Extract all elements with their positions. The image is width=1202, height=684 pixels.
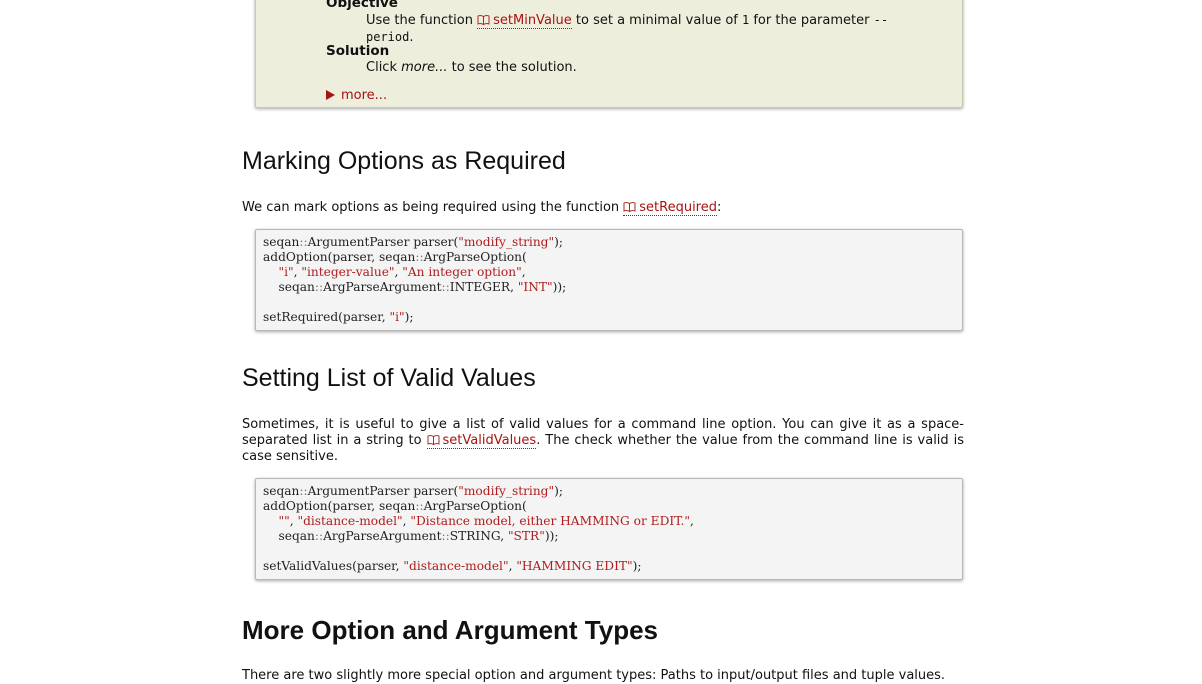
code-token: ArgumentParser parser( <box>307 484 459 498</box>
code-token: setValidValues(parser, <box>263 559 404 573</box>
code-token: , <box>689 514 694 528</box>
code-token: setRequired(parser, <box>263 310 390 324</box>
heading-marking-required: Marking Options as Required <box>242 147 566 175</box>
code-string: "i" <box>389 310 405 324</box>
code-token: )); <box>552 280 567 294</box>
book-icon <box>427 435 439 445</box>
code-token: ArgParseOption( <box>423 499 527 513</box>
code-token: ); <box>404 310 414 324</box>
code-string: "modify_string" <box>458 235 555 249</box>
code-string: "STR" <box>507 529 545 543</box>
code-token: ); <box>554 235 563 249</box>
code-token: addOption(parser, seqan <box>263 250 416 264</box>
book-icon <box>623 202 636 212</box>
code-string: "INT" <box>517 280 553 294</box>
solution-label: Solution <box>326 43 390 59</box>
code-token: seqan <box>263 529 315 543</box>
objective-label: Objective <box>326 0 398 11</box>
code-line: seqan::ArgumentParser parser("modify_str… <box>263 484 955 499</box>
assignment-box: Objective Use the function setMinValue t… <box>255 0 963 108</box>
code-block-valid-values: seqan::ArgumentParser parser("modify_str… <box>255 478 963 580</box>
code-token: INTEGER, <box>449 280 518 294</box>
code-string: "distance-model" <box>403 559 509 573</box>
code-token: :: <box>415 499 424 513</box>
code-token: ArgParseArgument <box>323 529 442 543</box>
code-token: seqan <box>263 280 315 294</box>
code-token: ArgumentParser parser( <box>307 235 459 249</box>
paragraph-valid-values: Sometimes, it is useful to give a list o… <box>242 417 964 464</box>
triangle-right-icon <box>326 90 335 100</box>
code-token: )); <box>544 529 559 543</box>
code-block-required: seqan::ArgumentParser parser("modify_str… <box>255 229 963 331</box>
paragraph-more-types: There are two slightly more special opti… <box>242 668 946 683</box>
code-token: ArgParseArgument <box>323 280 442 294</box>
code-string: "" <box>278 514 290 528</box>
code-string: "modify_string" <box>458 484 555 498</box>
code-token: seqan <box>263 484 300 498</box>
code-token: :: <box>314 280 324 294</box>
code-token: STRING, <box>449 529 508 543</box>
code-token: :: <box>415 250 424 264</box>
setvalidvalues-link[interactable]: setValidValues <box>426 433 537 449</box>
objective-text: Use the function setMinValue to set a mi… <box>366 13 889 45</box>
code-line: addOption(parser, seqan::ArgParseOption( <box>263 250 955 265</box>
code-token: :: <box>441 280 450 294</box>
heading-more-types: More Option and Argument Types <box>242 615 659 645</box>
code-token: seqan <box>263 235 300 249</box>
code-token: , <box>521 265 526 279</box>
code-token: :: <box>314 529 324 543</box>
solution-text: Click more... to see the solution. <box>366 60 577 75</box>
code-token: :: <box>441 529 450 543</box>
code-token: :: <box>299 235 308 249</box>
setminvalue-link[interactable]: setMinValue <box>477 13 572 29</box>
code-token: ArgParseOption( <box>423 250 527 264</box>
setrequired-link[interactable]: setRequired <box>623 200 717 216</box>
code-line: seqan::ArgParseArgument::STRING, "STR"))… <box>263 529 955 544</box>
code-line: "i", "integer-value", "An integer option… <box>263 265 955 280</box>
code-string: "distance-model" <box>297 514 403 528</box>
code-line: setRequired(parser, "i"); <box>263 310 955 325</box>
code-string: "Distance model, either HAMMING or EDIT.… <box>410 514 690 528</box>
code-line: "", "distance-model", "Distance model, e… <box>263 514 955 529</box>
more-toggle[interactable]: more... <box>326 88 387 104</box>
book-icon <box>477 15 490 25</box>
code-token: addOption(parser, seqan <box>263 499 416 513</box>
code-line: seqan::ArgumentParser parser("modify_str… <box>263 235 955 250</box>
code-string: "HAMMING EDIT" <box>516 559 633 573</box>
code-string: "integer-value" <box>301 265 395 279</box>
code-token: ); <box>632 559 642 573</box>
code-line: addOption(parser, seqan::ArgParseOption( <box>263 499 955 514</box>
paragraph-required: We can mark options as being required us… <box>242 200 722 216</box>
code-string: "i" <box>278 265 294 279</box>
heading-valid-values: Setting List of Valid Values <box>242 364 536 392</box>
code-token: :: <box>299 484 308 498</box>
code-token: ); <box>554 484 563 498</box>
param-name: -- <box>873 13 889 27</box>
code-line: seqan::ArgParseArgument::INTEGER, "INT")… <box>263 280 955 295</box>
code-line: setValidValues(parser, "distance-model",… <box>263 559 955 574</box>
code-string: "An integer option" <box>402 265 522 279</box>
